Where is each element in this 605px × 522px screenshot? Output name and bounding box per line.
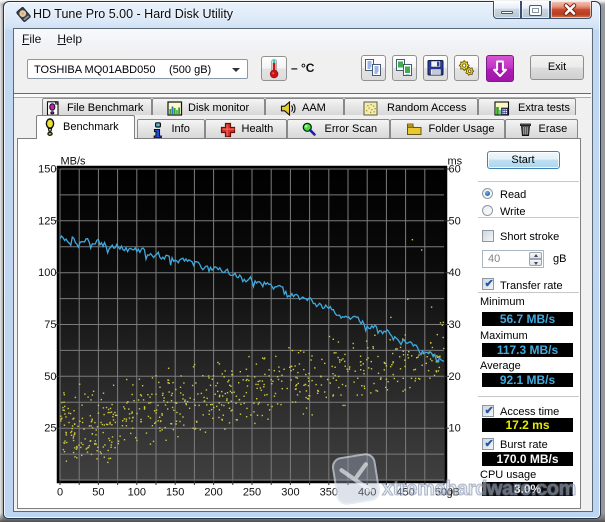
svg-text:30: 30 <box>448 319 460 331</box>
svg-text:MB/s: MB/s <box>60 155 86 167</box>
svg-text:100: 100 <box>38 267 56 279</box>
svg-text:200: 200 <box>204 486 222 498</box>
svg-text:50: 50 <box>92 486 104 498</box>
svg-text:150: 150 <box>166 486 184 498</box>
svg-text:250: 250 <box>242 486 260 498</box>
svg-text:50: 50 <box>448 215 460 227</box>
svg-text:125: 125 <box>38 215 56 227</box>
svg-text:75: 75 <box>44 319 56 331</box>
svg-text:50: 50 <box>44 370 56 382</box>
svg-text:300: 300 <box>281 486 299 498</box>
svg-text:40: 40 <box>448 267 460 279</box>
svg-text:60: 60 <box>448 163 460 175</box>
svg-text:150: 150 <box>38 163 56 175</box>
svg-text:20: 20 <box>448 370 460 382</box>
svg-text:100: 100 <box>127 486 145 498</box>
svg-text:0: 0 <box>56 486 62 498</box>
svg-text:25: 25 <box>44 422 56 434</box>
svg-text:10: 10 <box>448 422 460 434</box>
